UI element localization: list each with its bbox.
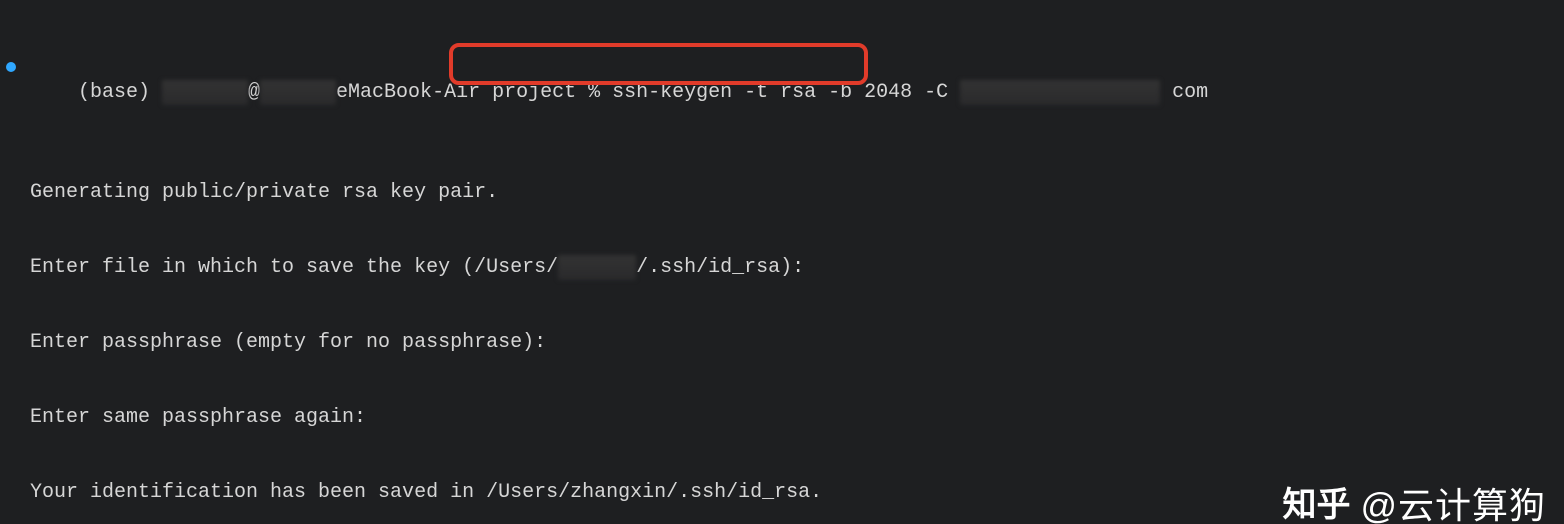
terminal-output[interactable]: (base) @ eMacBook-Air project % ssh-keyg… <box>0 0 1564 524</box>
bullet-icon <box>6 62 16 72</box>
default-path-close: /.ssh/id_rsa): <box>636 256 804 279</box>
enter-file-label: Enter file in which to save the key <box>30 256 462 279</box>
redacted-host <box>260 80 336 105</box>
host-path: eMacBook-Air project % <box>336 81 612 104</box>
output-line: Generating public/private rsa key pair. <box>30 180 1564 205</box>
watermark-text: @云计算狗 <box>1360 493 1546 518</box>
at-sign: @ <box>248 81 260 104</box>
redacted-username <box>558 255 636 280</box>
default-path-open: (/Users/ <box>462 256 558 279</box>
redacted-user <box>162 80 248 105</box>
email-tail: com <box>1160 81 1208 104</box>
output-line: Enter file in which to save the key (/Us… <box>30 255 1564 280</box>
redacted-email <box>960 80 1160 105</box>
output-line: Enter same passphrase again: <box>30 405 1564 430</box>
watermark: 知乎 @云计算狗 <box>1282 493 1546 518</box>
env-tag: (base) <box>78 81 162 104</box>
output-line: Enter passphrase (empty for no passphras… <box>30 330 1564 355</box>
prompt-line: (base) @ eMacBook-Air project % ssh-keyg… <box>30 55 1564 130</box>
command-text: ssh-keygen -t rsa -b 2048 -C <box>612 81 960 104</box>
zhihu-brand: 知乎 <box>1282 493 1350 518</box>
